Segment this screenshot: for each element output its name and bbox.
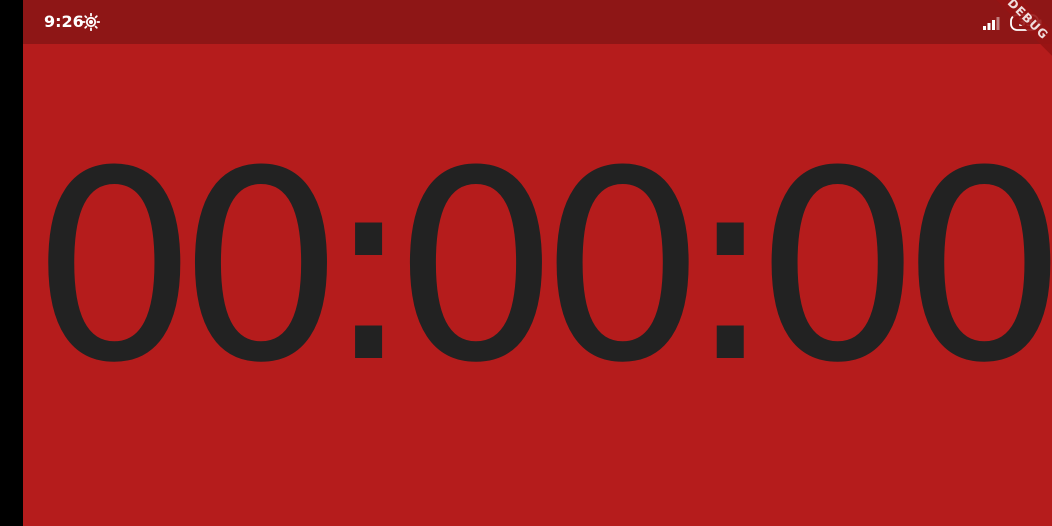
brightness-icon (82, 13, 100, 31)
status-bar: 9:26 33 (23, 0, 1052, 44)
timer-screen: 9:26 33 DEBUG (23, 0, 1052, 526)
timer-display[interactable]: 00:00:00 (31, 118, 1052, 418)
status-time: 9:26 (44, 12, 84, 31)
signal-icon (983, 17, 1000, 30)
